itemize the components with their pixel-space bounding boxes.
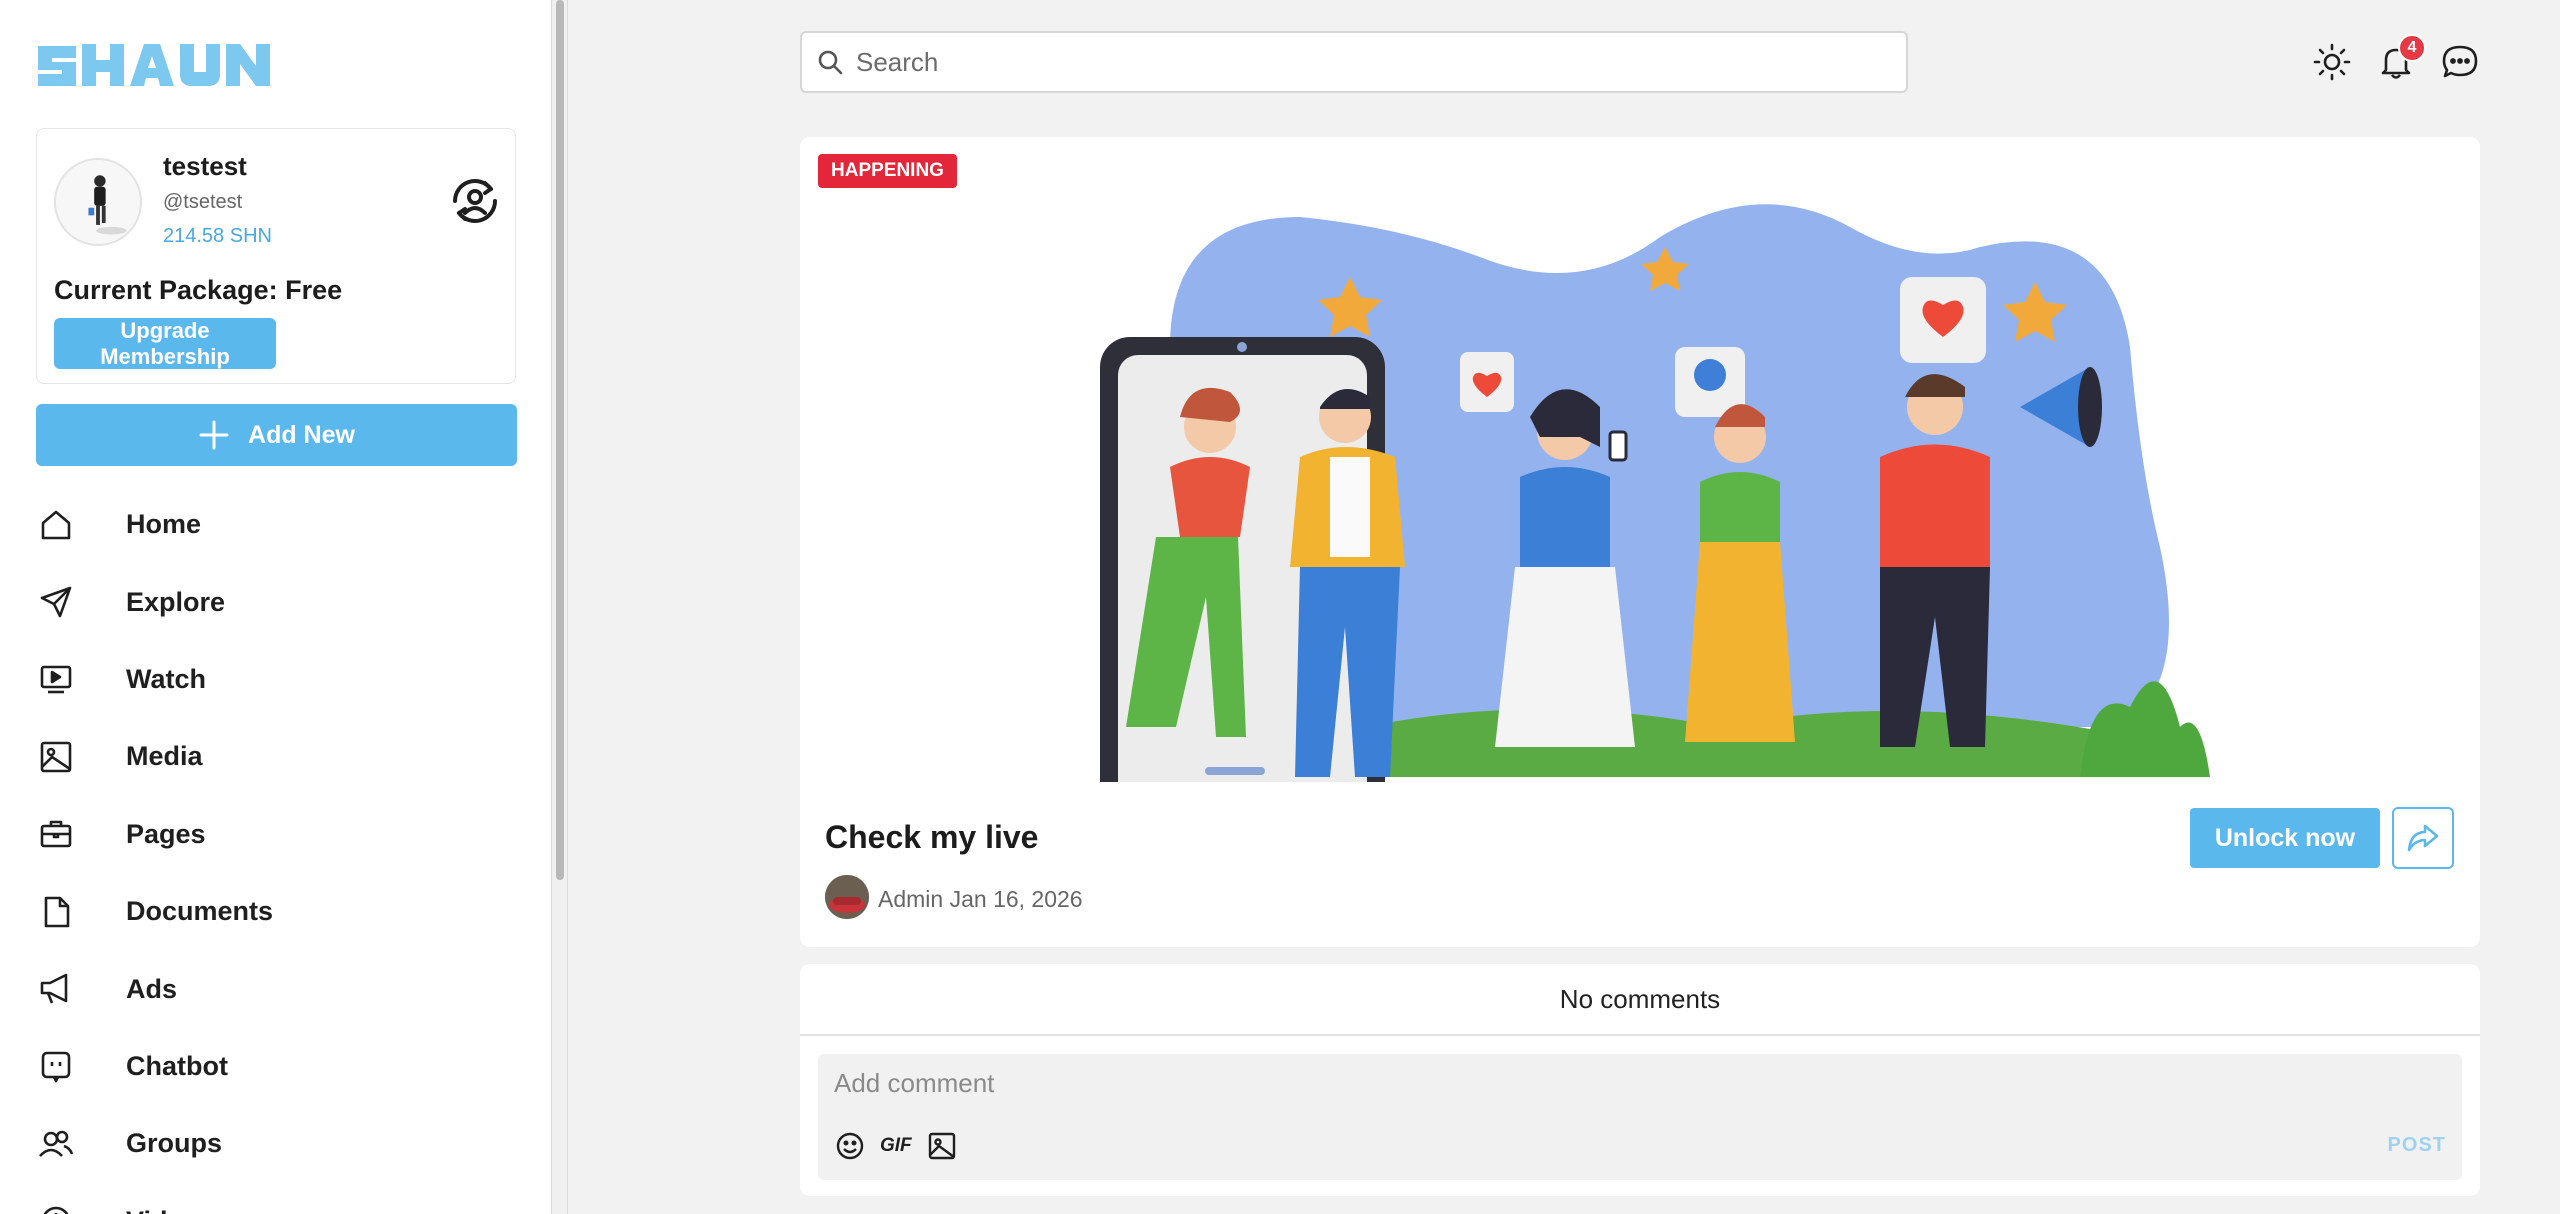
profile-name[interactable]: testest [163, 151, 247, 182]
share-button[interactable] [2392, 807, 2454, 869]
post-author[interactable]: Admin [878, 886, 943, 912]
chatbot-icon [36, 1046, 76, 1086]
emoji-icon[interactable] [834, 1130, 866, 1162]
sidebar-item-label: Home [126, 509, 202, 540]
add-comment-input[interactable] [834, 1068, 2334, 1099]
unlock-now-button[interactable]: Unlock now [2190, 808, 2380, 868]
upgrade-membership-button[interactable]: Upgrade Membership [54, 318, 276, 369]
home-icon [36, 505, 76, 545]
megaphone-icon [36, 969, 76, 1009]
sidebar-item-pages[interactable]: Pages [36, 796, 517, 873]
sidebar-item-label: Watch [126, 663, 206, 694]
post-meta: Admin Jan 16, 2026 [878, 886, 1083, 913]
messages-button[interactable] [2438, 40, 2482, 84]
post-cover-illustration[interactable] [1020, 167, 2260, 827]
users-icon [36, 1124, 76, 1164]
current-package: Current Package: Free [54, 275, 343, 305]
paper-plane-icon [36, 582, 76, 622]
sidebar: testest @tsetest 214.58 SHN Current Pack… [0, 0, 551, 1214]
sidebar-item-explore[interactable]: Explore [36, 563, 517, 640]
comment-toolbar: GIF [834, 1130, 958, 1162]
sidebar-item-groups[interactable]: Groups [36, 1105, 517, 1182]
plus-icon [199, 420, 229, 450]
sidebar-item-media[interactable]: Media [36, 718, 517, 795]
image-upload-icon[interactable] [926, 1130, 958, 1162]
share-icon [2407, 824, 2439, 852]
happening-tag: HAPPENING [818, 154, 957, 188]
comment-composer: GIF POST [818, 1054, 2462, 1180]
sidebar-item-chatbot[interactable]: Chatbot [36, 1028, 517, 1105]
sidebar-item-documents[interactable]: Documents [36, 873, 517, 950]
sun-icon [2313, 43, 2351, 81]
sidebar-scrollbar-thumb[interactable] [556, 0, 564, 880]
author-avatar[interactable] [825, 875, 869, 919]
sidebar-nav: Home Explore Watch Media Pages Documents… [36, 486, 517, 1214]
sidebar-item-label: Ads [126, 973, 178, 1004]
sidebar-item-label: Documents [126, 896, 274, 927]
add-new-label: Add New [248, 420, 355, 449]
notification-badge: 4 [2398, 34, 2426, 62]
brand-logo[interactable] [36, 40, 280, 90]
sidebar-item-label: Media [126, 741, 203, 772]
switch-account-icon[interactable] [447, 173, 503, 229]
chat-bubble-icon [2442, 45, 2478, 78]
no-comments-text: No comments [800, 964, 2480, 1036]
clock-icon [36, 1201, 76, 1214]
post-card: HAPPENING Check my live Admin Jan 16, 20… [800, 137, 2480, 947]
avatar[interactable] [54, 158, 142, 246]
video-icon [36, 659, 76, 699]
search-icon [818, 50, 843, 75]
theme-toggle-button[interactable] [2310, 40, 2354, 84]
post-comment-button[interactable]: POST [2388, 1134, 2446, 1157]
sidebar-item-label: Chatbot [126, 1050, 228, 1081]
sidebar-item-vid[interactable]: Vid [36, 1183, 517, 1214]
sidebar-item-label: Vid [126, 1206, 168, 1214]
post-title[interactable]: Check my live [825, 819, 1038, 856]
sidebar-item-label: Explore [126, 586, 226, 617]
gif-button[interactable]: GIF [880, 1135, 912, 1157]
sidebar-item-home[interactable]: Home [36, 486, 517, 563]
notifications-button[interactable]: 4 [2374, 34, 2426, 84]
sidebar-item-label: Groups [126, 1128, 223, 1159]
profile-balance: 214.58 SHN [163, 225, 272, 247]
post-date: Jan 16, 2026 [949, 886, 1083, 912]
image-icon [36, 737, 76, 777]
sidebar-item-label: Pages [126, 818, 206, 849]
profile-card: testest @tsetest 214.58 SHN Current Pack… [36, 128, 516, 384]
search-bar[interactable] [800, 31, 1908, 93]
profile-handle: @tsetest [163, 191, 243, 213]
comments-section: No comments GIF POST [800, 964, 2480, 1196]
sidebar-item-watch[interactable]: Watch [36, 641, 517, 718]
add-new-button[interactable]: Add New [36, 404, 517, 466]
search-input[interactable] [856, 46, 1856, 78]
sidebar-item-ads[interactable]: Ads [36, 950, 517, 1027]
document-icon [36, 892, 76, 932]
briefcase-icon [36, 814, 76, 854]
